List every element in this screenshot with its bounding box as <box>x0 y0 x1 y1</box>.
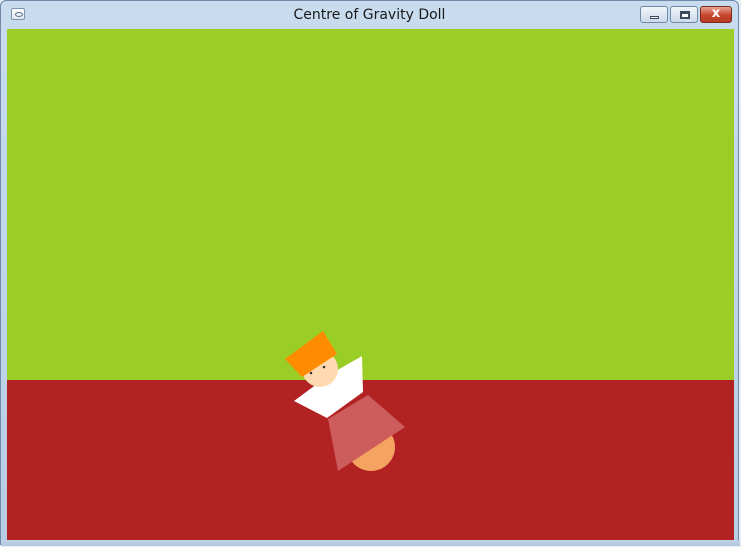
window-controls: x <box>640 6 732 23</box>
close-icon: x <box>711 6 721 21</box>
game-canvas[interactable] <box>7 29 734 540</box>
window-title: Centre of Gravity Doll <box>293 6 446 23</box>
maximize-button[interactable] <box>670 6 698 23</box>
doll-eye-right <box>322 365 326 369</box>
minimize-button[interactable] <box>640 6 668 23</box>
app-window: Centre of Gravity Doll x <box>0 0 740 546</box>
title-bar[interactable]: Centre of Gravity Doll x <box>1 1 738 28</box>
doll-figure[interactable] <box>7 29 734 540</box>
app-icon[interactable] <box>11 8 25 20</box>
doll-eye-left <box>309 371 313 375</box>
close-button[interactable]: x <box>700 6 732 23</box>
window-bottom-frame <box>1 540 740 546</box>
